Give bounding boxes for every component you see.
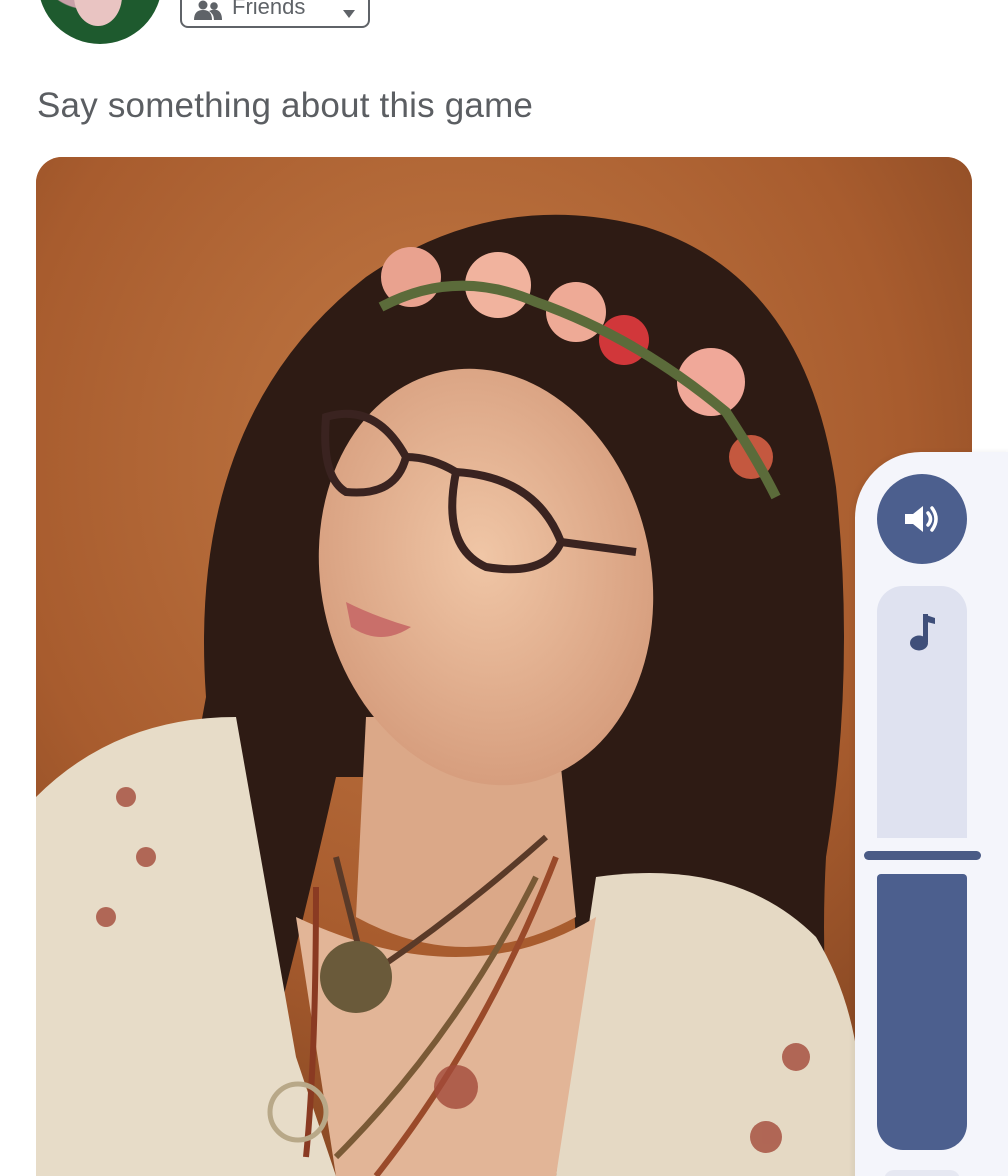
- friends-icon: [194, 0, 222, 20]
- post-photo[interactable]: [36, 157, 972, 1176]
- sound-toggle-button[interactable]: [877, 474, 967, 564]
- audience-label: Friends: [232, 0, 306, 19]
- speaker-icon: [905, 506, 938, 532]
- post-prompt-text[interactable]: Say something about this game: [37, 86, 533, 126]
- avatar-face: [74, 0, 122, 26]
- audio-panel-next-control[interactable]: [884, 1170, 960, 1176]
- user-avatar[interactable]: [38, 0, 162, 44]
- audience-selector-button[interactable]: Friends: [180, 0, 370, 28]
- music-note-icon: [910, 614, 935, 651]
- music-volume-track[interactable]: [877, 586, 967, 838]
- post-composer-screen: Friends Say something about this game: [0, 0, 1008, 1176]
- caret-down-icon: [343, 10, 355, 18]
- volume-slider-handle[interactable]: [864, 851, 981, 860]
- portrait-image: [36, 157, 972, 1176]
- volume-level-fill[interactable]: [877, 874, 967, 1150]
